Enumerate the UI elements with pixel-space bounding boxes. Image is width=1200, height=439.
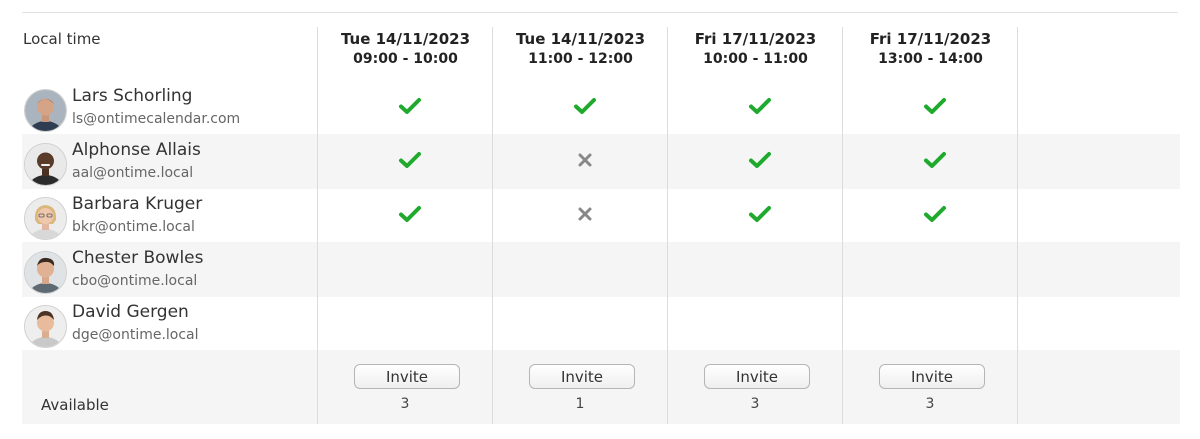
available-count: 3: [400, 396, 410, 412]
attendee-name: Barbara Kruger: [72, 194, 203, 214]
column-divider: [842, 27, 843, 424]
avatar: [24, 305, 67, 348]
column-divider: [317, 27, 318, 424]
available-count: 3: [925, 396, 935, 412]
checkmark-icon: [398, 148, 422, 172]
slot-header-4: Fri 17/11/2023 13:00 - 14:00: [843, 29, 1018, 69]
checkmark-icon: [748, 202, 772, 226]
checkmark-icon: [398, 94, 422, 118]
attendee-email: ls@ontimecalendar.com: [72, 111, 241, 127]
avatar: [24, 143, 67, 186]
slot-header-2: Tue 14/11/2023 11:00 - 12:00: [493, 29, 668, 69]
available-count: 3: [750, 396, 760, 412]
attendee-name: Lars Schorling: [72, 86, 193, 106]
invite-button-slot-2[interactable]: Invite: [529, 364, 635, 389]
slot-date: Fri 17/11/2023: [869, 30, 992, 48]
slot-date: Fri 17/11/2023: [694, 30, 817, 48]
checkmark-icon: [923, 202, 947, 226]
attendee-email: aal@ontime.local: [72, 165, 194, 181]
column-divider: [667, 27, 668, 424]
slot-header-3: Fri 17/11/2023 10:00 - 11:00: [668, 29, 843, 69]
checkmark-icon: [748, 94, 772, 118]
attendee-email: bkr@ontime.local: [72, 219, 195, 235]
available-count: 1: [575, 396, 585, 412]
slot-time: 11:00 - 12:00: [528, 51, 633, 67]
slot-time: 09:00 - 10:00: [353, 51, 458, 67]
top-divider: [22, 12, 1178, 13]
slot-time: 13:00 - 14:00: [878, 51, 983, 67]
checkmark-icon: [748, 148, 772, 172]
slot-date: Tue 14/11/2023: [340, 30, 471, 48]
attendee-name: David Gergen: [72, 302, 189, 322]
column-divider: [492, 27, 493, 424]
avatar: [24, 197, 67, 240]
attendee-email: dge@ontime.local: [72, 327, 199, 343]
available-label: Available: [41, 396, 109, 414]
checkmark-icon: [573, 94, 597, 118]
slot-time: 10:00 - 11:00: [703, 51, 808, 67]
attendee-name: Chester Bowles: [72, 248, 204, 268]
avatar: [24, 89, 67, 132]
column-divider: [1017, 27, 1018, 424]
invite-button-slot-3[interactable]: Invite: [704, 364, 810, 389]
avatar: [24, 251, 67, 294]
attendee-name: Alphonse Allais: [72, 140, 201, 160]
attendee-email: cbo@ontime.local: [72, 273, 198, 289]
cross-icon: [573, 148, 597, 172]
local-time-label: Local time: [23, 30, 101, 48]
cross-icon: [573, 202, 597, 226]
slot-header-1: Tue 14/11/2023 09:00 - 10:00: [318, 29, 493, 69]
invite-button-slot-1[interactable]: Invite: [354, 364, 460, 389]
slot-date: Tue 14/11/2023: [515, 30, 646, 48]
checkmark-icon: [923, 148, 947, 172]
availability-grid: Local time Tue 14/11/2023 09:00 - 10:00 …: [0, 0, 1200, 439]
checkmark-icon: [923, 94, 947, 118]
invite-button-slot-4[interactable]: Invite: [879, 364, 985, 389]
checkmark-icon: [398, 202, 422, 226]
